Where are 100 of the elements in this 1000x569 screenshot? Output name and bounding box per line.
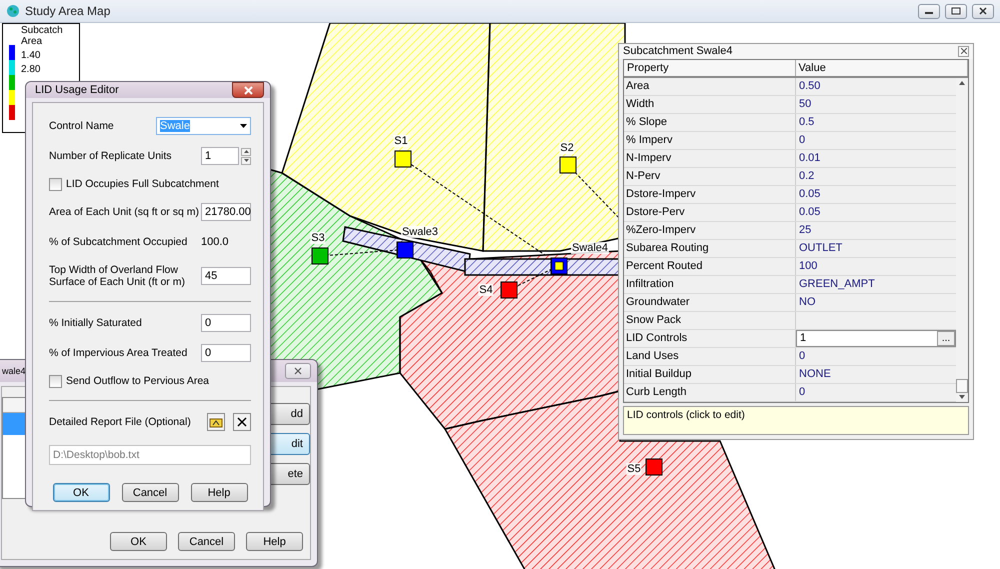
close-button[interactable] bbox=[958, 46, 969, 57]
spin-up-button[interactable] bbox=[241, 148, 251, 156]
subcatchment-label: S5 bbox=[626, 463, 642, 475]
value-editor[interactable]: 1 ... bbox=[796, 330, 956, 347]
legend-value: 2.80 bbox=[21, 64, 42, 75]
dialog-title: LID Usage Editor bbox=[35, 84, 119, 96]
checkbox[interactable] bbox=[49, 178, 62, 190]
input-field[interactable]: 0 bbox=[201, 344, 251, 362]
field-label: Control Name bbox=[49, 120, 115, 132]
close-button[interactable] bbox=[972, 4, 994, 18]
property-name: Curb Length bbox=[624, 384, 796, 401]
input-field[interactable]: 45 bbox=[201, 267, 251, 285]
folder-icon[interactable] bbox=[207, 413, 225, 431]
property-name: N-Imperv bbox=[624, 150, 796, 167]
dialog-button[interactable]: Help bbox=[190, 483, 248, 502]
property-name: Groundwater bbox=[624, 294, 796, 311]
property-name: Dstore-Imperv bbox=[624, 186, 796, 203]
property-name: Area bbox=[624, 78, 796, 95]
field-label: % of Subcatchment Occupied bbox=[49, 236, 188, 248]
close-icon bbox=[294, 367, 302, 375]
input-field[interactable]: 1 bbox=[201, 147, 239, 165]
field-label: Detailed Report File (Optional) bbox=[49, 416, 192, 428]
swale-marker[interactable] bbox=[550, 258, 568, 274]
subcatchment-marker[interactable] bbox=[646, 458, 662, 476]
subcatchment-label: S2 bbox=[559, 142, 575, 154]
up-arrow-icon bbox=[244, 150, 248, 153]
property-value[interactable]: 25 bbox=[796, 222, 956, 239]
property-name: Land Uses bbox=[624, 348, 796, 365]
app-icon bbox=[6, 4, 20, 18]
caret-icon bbox=[240, 124, 247, 128]
property-value[interactable]: 0 bbox=[796, 348, 956, 365]
property-value[interactable]: NONE bbox=[796, 366, 956, 383]
checkbox-label: LID Occupies Full Subcatchment bbox=[66, 178, 219, 190]
property-value[interactable]: 0.05 bbox=[796, 186, 956, 203]
property-value[interactable]: 100 bbox=[796, 258, 956, 275]
property-value[interactable]: 0.01 bbox=[796, 150, 956, 167]
property-name: Initial Buildup bbox=[624, 366, 796, 383]
checkbox[interactable] bbox=[49, 374, 62, 388]
field-label: Number of Replicate Units bbox=[49, 150, 173, 162]
scrollbar[interactable] bbox=[956, 78, 968, 402]
dialog-button[interactable]: Help bbox=[246, 532, 303, 551]
field-label: Area of Each Unit (sq ft or sq m) bbox=[49, 206, 199, 218]
subcatchment-marker[interactable] bbox=[500, 282, 518, 298]
input-field[interactable]: 21780.00 bbox=[201, 203, 251, 221]
property-value[interactable]: 0 bbox=[796, 132, 956, 149]
close-icon bbox=[244, 86, 252, 94]
property-name: Snow Pack bbox=[624, 312, 796, 329]
column-header: Property bbox=[624, 60, 796, 76]
panel-title: Subcatchment Swale4 bbox=[623, 45, 732, 58]
close-button[interactable] bbox=[232, 82, 264, 98]
property-value[interactable]: 0.2 bbox=[796, 168, 956, 185]
property-name: N-Perv bbox=[624, 168, 796, 185]
subcatchment-marker[interactable] bbox=[394, 150, 412, 168]
property-name: Dstore-Perv bbox=[624, 204, 796, 221]
subcatchment-label: S1 bbox=[393, 135, 409, 147]
property-name: % Slope bbox=[624, 114, 796, 131]
swale-marker[interactable] bbox=[396, 242, 414, 258]
subcatchment-label: S4 bbox=[478, 284, 494, 296]
property-name: Subarea Routing bbox=[624, 240, 796, 257]
swale-label: Swale3 bbox=[400, 226, 440, 238]
property-value[interactable]: 0 bbox=[796, 384, 956, 401]
up-arrow-icon bbox=[959, 80, 965, 85]
property-name: Width bbox=[624, 96, 796, 113]
dialog-button[interactable]: OK bbox=[110, 532, 167, 551]
close-button[interactable] bbox=[285, 363, 311, 379]
browse-button[interactable]: ... bbox=[937, 330, 955, 346]
restore-icon bbox=[951, 7, 961, 15]
window-title: Study Area Map bbox=[25, 4, 112, 18]
down-arrow-icon bbox=[244, 159, 248, 162]
minimize-button[interactable] bbox=[918, 4, 940, 18]
property-value[interactable]: 50 bbox=[796, 96, 956, 113]
legend-title: Subcatch Area bbox=[21, 25, 64, 47]
property-name: Percent Routed bbox=[624, 258, 796, 275]
column-header: Value bbox=[796, 60, 968, 76]
scrollbar-thumb[interactable] bbox=[956, 378, 968, 393]
clear-icon[interactable] bbox=[233, 413, 251, 431]
down-arrow-icon bbox=[959, 394, 965, 399]
input-field[interactable]: 0 bbox=[201, 314, 251, 332]
property-value[interactable]: NO bbox=[796, 294, 956, 311]
property-value[interactable]: OUTLET bbox=[796, 240, 956, 257]
dialog-title: wale4 bbox=[2, 366, 26, 376]
dialog-button[interactable]: OK bbox=[52, 483, 110, 502]
close-icon bbox=[960, 48, 966, 54]
subcatchment-marker[interactable] bbox=[312, 248, 328, 264]
close-icon bbox=[979, 7, 987, 15]
dialog-button[interactable]: Cancel bbox=[122, 483, 178, 502]
checkbox-label: Send Outflow to Pervious Area bbox=[66, 375, 209, 387]
description-text: LID controls (click to edit) bbox=[623, 406, 969, 435]
restore-button[interactable] bbox=[945, 4, 967, 18]
property-value[interactable]: 0.50 bbox=[796, 78, 956, 95]
property-value[interactable]: 0.5 bbox=[796, 114, 956, 131]
subcatchment-marker[interactable] bbox=[560, 156, 576, 174]
dialog-button[interactable]: Cancel bbox=[178, 532, 235, 551]
field-label: Top Width of Overland Flow Surface of Each Unit (ft or m) bbox=[49, 264, 186, 288]
subcatchment-label: S3 bbox=[310, 232, 326, 244]
swale-label: Swale4 bbox=[570, 242, 610, 254]
spin-down-button[interactable] bbox=[241, 156, 251, 164]
property-value[interactable]: GREEN_AMPT bbox=[796, 276, 956, 293]
property-name: % Imperv bbox=[624, 132, 796, 149]
property-value[interactable]: 0.05 bbox=[796, 204, 956, 221]
